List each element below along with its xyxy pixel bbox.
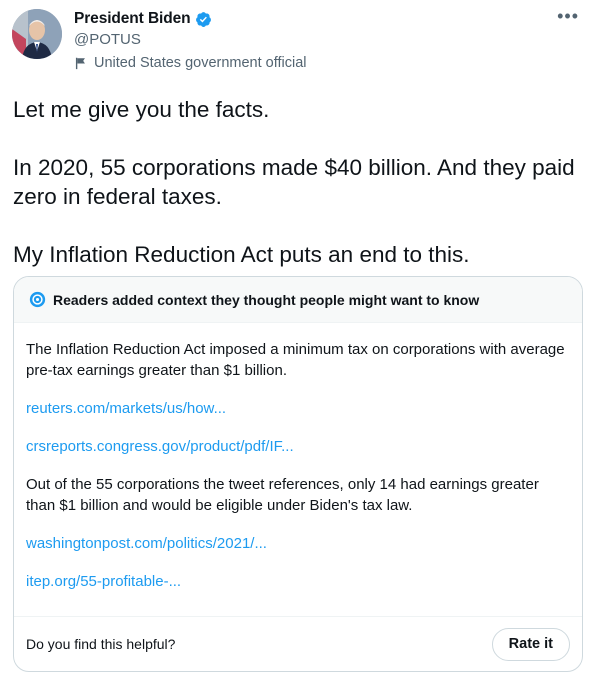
community-note-body: The Inflation Reduction Act imposed a mi… bbox=[14, 323, 582, 592]
rate-it-button[interactable]: Rate it bbox=[491, 627, 570, 661]
tweet-paragraph: Let me give you the facts. bbox=[13, 97, 270, 122]
note-source-link[interactable]: itep.org/55-profitable-... bbox=[26, 571, 567, 592]
author-display-name[interactable]: President Biden bbox=[74, 10, 191, 28]
more-options-icon[interactable]: ••• bbox=[557, 7, 579, 25]
community-notes-icon bbox=[29, 291, 46, 308]
helpful-question: Do you find this helpful? bbox=[26, 636, 176, 652]
avatar-portrait-icon bbox=[12, 9, 62, 59]
note-text: Out of the 55 corporations the tweet ref… bbox=[26, 476, 539, 514]
verified-badge-icon bbox=[195, 11, 211, 27]
note-source-link[interactable]: crsreports.congress.gov/product/pdf/IF..… bbox=[26, 436, 567, 457]
tweet-paragraph: In 2020, 55 corporations made $40 billio… bbox=[13, 155, 575, 209]
community-note: Readers added context they thought peopl… bbox=[13, 276, 583, 672]
author-name-row[interactable]: President Biden bbox=[74, 9, 212, 29]
government-label-text: United States government official bbox=[94, 55, 307, 71]
note-source-link[interactable]: washingtonpost.com/politics/2021/... bbox=[26, 533, 567, 554]
note-text: The Inflation Reduction Act imposed a mi… bbox=[26, 341, 565, 379]
tweet-text: Let me give you the facts. In 2020, 55 c… bbox=[13, 95, 583, 269]
tweet-paragraph: My Inflation Reduction Act puts an end t… bbox=[13, 242, 470, 267]
community-note-footer: Do you find this helpful? Rate it bbox=[14, 616, 582, 671]
tweet: President Biden @POTUS United States gov… bbox=[0, 0, 597, 680]
flag-icon bbox=[75, 57, 85, 70]
community-note-title: Readers added context they thought peopl… bbox=[53, 291, 480, 308]
government-label[interactable]: United States government official bbox=[74, 55, 307, 71]
note-source-link[interactable]: reuters.com/markets/us/how... bbox=[26, 398, 567, 419]
avatar[interactable] bbox=[12, 9, 62, 59]
author-handle[interactable]: @POTUS bbox=[74, 31, 141, 48]
community-note-header: Readers added context they thought peopl… bbox=[14, 277, 582, 323]
